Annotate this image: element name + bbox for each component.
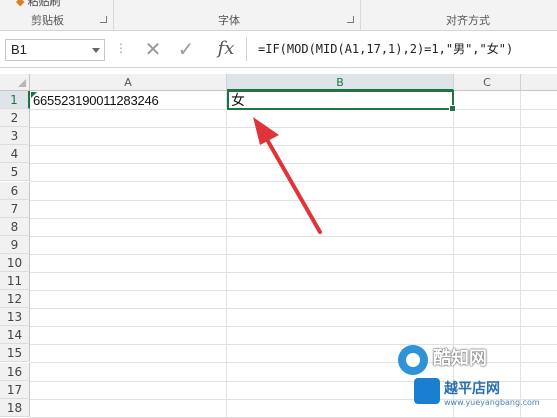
arrow-shaft [263,134,322,234]
watermark-url: www.yueyangbang.com [444,398,540,407]
arrow-head [253,117,279,145]
watermark-logo-icon [398,345,428,375]
watermark-wifi-icon [414,378,440,404]
watermark-text: 酷知网 [433,348,487,369]
watermark-brand: 越平店网 [444,381,500,397]
